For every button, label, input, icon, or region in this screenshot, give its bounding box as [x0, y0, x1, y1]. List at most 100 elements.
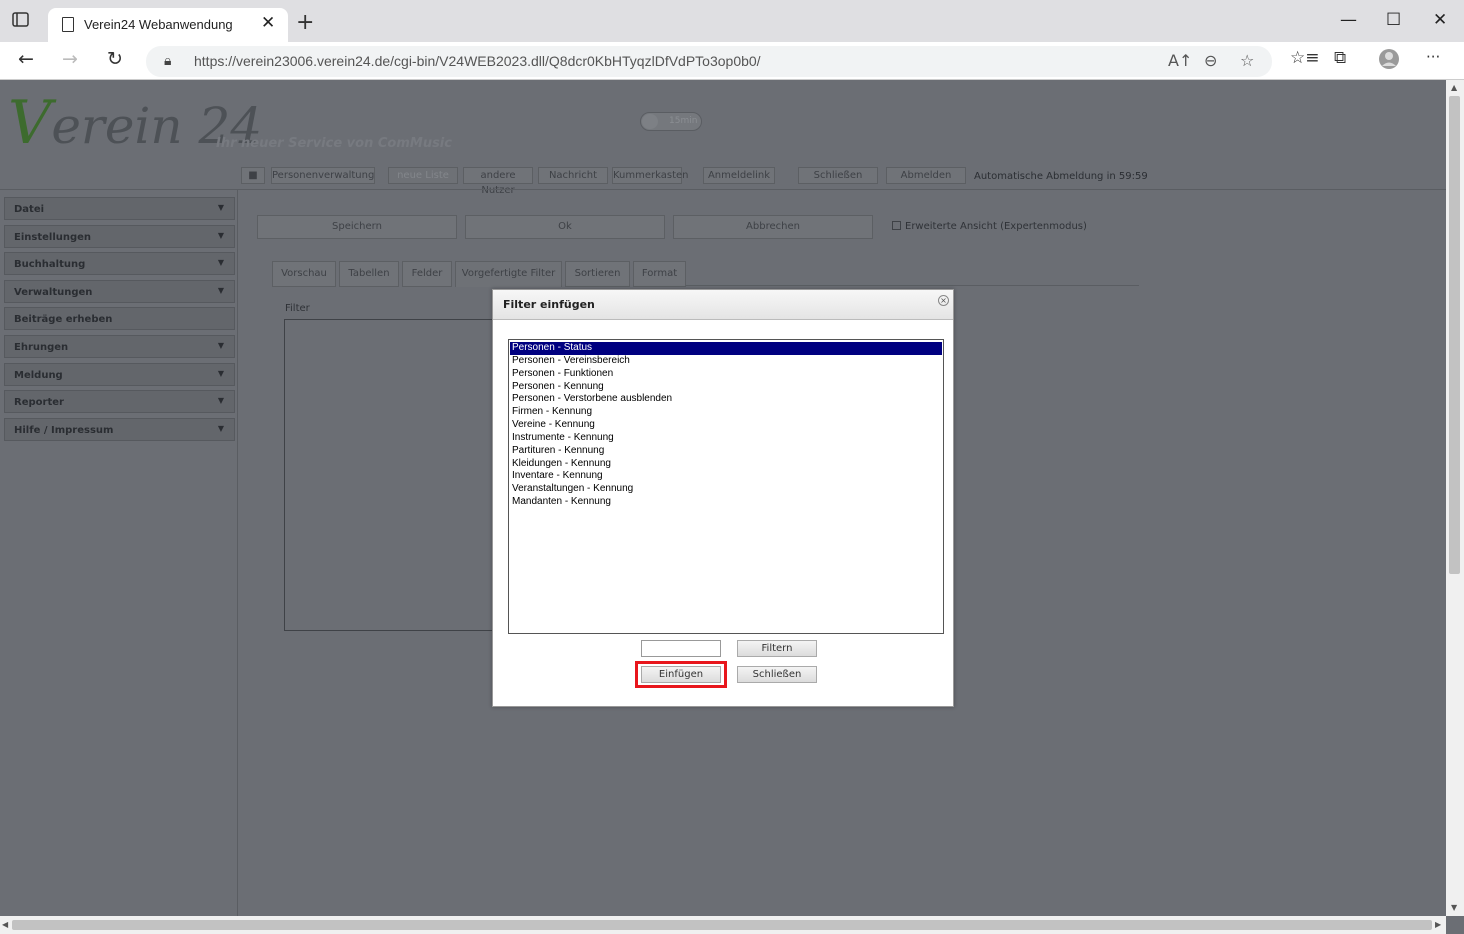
- personenverwaltung-button[interactable]: Personenverwaltung: [271, 167, 375, 184]
- sidebar-item-ehrungen[interactable]: Ehrungen ▼: [4, 335, 235, 358]
- tab-tabellen[interactable]: Tabellen: [339, 261, 399, 287]
- chevron-down-icon: ▼: [217, 258, 224, 267]
- ok-button[interactable]: Ok: [465, 215, 665, 239]
- chevron-down-icon: ▼: [217, 286, 224, 295]
- andere-nutzer-button[interactable]: andere Nutzer: [463, 167, 533, 196]
- sidebar-item-beitraege-erheben[interactable]: Beiträge erheben: [4, 307, 235, 330]
- list-item[interactable]: Veranstaltungen - Kennung: [510, 483, 942, 496]
- abbrechen-button[interactable]: Abbrechen: [673, 215, 873, 239]
- chevron-down-icon: ▼: [217, 231, 224, 240]
- sidebar: Datei ▼ Einstellungen ▼ Buchhaltung ▼ Verwa…: [0, 190, 238, 916]
- anmeldelink-button[interactable]: Anmeldelink erst: [703, 167, 775, 184]
- list-item[interactable]: Personen - Status: [510, 342, 942, 355]
- sidebar-item-hilfe-impressum[interactable]: Hilfe / Impressum ▼: [4, 418, 235, 441]
- list-item[interactable]: Personen - Verstorbene ausblenden: [510, 393, 942, 406]
- chevron-down-icon: ▼: [217, 396, 224, 405]
- timer-label: 15min: [669, 116, 698, 126]
- horizontal-scrollbar[interactable]: ◀ ▶: [0, 916, 1446, 934]
- list-item[interactable]: Personen - Vereinsbereich: [510, 355, 942, 368]
- filter-listbox[interactable]: Personen - Status Personen - Vereinsbere…: [508, 339, 944, 634]
- browser-tab[interactable]: Verein24 Webanwendung ✕: [48, 8, 288, 42]
- dialog-title: Filter einfügen: [503, 298, 595, 311]
- session-timer-toggle[interactable]: 15min: [640, 112, 702, 131]
- browser-nav-bar: ← → ↻ 🔒︎ https://verein23006.verein24.de…: [0, 42, 1464, 80]
- tab-sortieren[interactable]: Sortieren: [565, 261, 630, 287]
- chevron-down-icon: ▼: [217, 424, 224, 433]
- list-item[interactable]: Inventare - Kennung: [510, 470, 942, 483]
- filter-search-input[interactable]: [641, 640, 721, 657]
- list-item[interactable]: Instrumente - Kennung: [510, 432, 942, 445]
- tab-vorgefertigte-filter[interactable]: Vorgefertigte Filter: [455, 261, 562, 287]
- tab-close-icon[interactable]: ✕: [261, 13, 275, 33]
- reload-button[interactable]: ↻: [107, 48, 123, 70]
- chevron-down-icon: ▼: [217, 203, 224, 212]
- back-button[interactable]: ←: [18, 48, 34, 70]
- lock-icon: 🔒︎: [164, 53, 172, 69]
- menu-square-button[interactable]: ■: [241, 167, 265, 184]
- filter-textarea[interactable]: [284, 319, 494, 631]
- filter-label: Filter: [285, 303, 310, 314]
- checkbox[interactable]: [892, 221, 901, 230]
- dialog-close-icon[interactable]: ×: [938, 295, 949, 306]
- speichern-button[interactable]: Speichern: [257, 215, 457, 239]
- list-item[interactable]: Firmen - Kennung: [510, 406, 942, 419]
- scroll-left-icon[interactable]: ◀: [2, 920, 8, 929]
- browser-tab-bar: Verein24 Webanwendung ✕ + — ☐ ✕: [0, 0, 1464, 42]
- vertical-scroll-thumb[interactable]: [1449, 96, 1460, 574]
- scroll-up-icon[interactable]: ▲: [1451, 83, 1457, 92]
- tagline: Ihr neuer Service von ComMusic: [216, 136, 452, 151]
- url-text[interactable]: https://verein23006.verein24.de/cgi-bin/…: [194, 53, 761, 69]
- collections-icon[interactable]: ⧉: [1334, 48, 1346, 68]
- sidebar-item-einstellungen[interactable]: Einstellungen ▼: [4, 225, 235, 248]
- abmelden-button[interactable]: Abmelden: [886, 167, 966, 184]
- address-bar[interactable]: 🔒︎ https://verein23006.verein24.de/cgi-b…: [146, 46, 1272, 77]
- tab-vorschau[interactable]: Vorschau: [272, 261, 336, 287]
- neue-liste-button[interactable]: neue Liste: [388, 167, 458, 184]
- add-favorite-icon[interactable]: ☆: [1240, 51, 1254, 70]
- list-item[interactable]: Kleidungen - Kennung: [510, 458, 942, 471]
- list-item[interactable]: Mandanten - Kennung: [510, 496, 942, 509]
- filtern-button[interactable]: Filtern: [737, 640, 817, 657]
- tab-format[interactable]: Format: [633, 261, 686, 287]
- new-tab-button[interactable]: +: [296, 10, 314, 35]
- zoom-out-icon[interactable]: ⊖: [1204, 51, 1217, 70]
- sidebar-item-reporter[interactable]: Reporter ▼: [4, 390, 235, 413]
- dialog-header: Filter einfügen ×: [493, 290, 953, 320]
- filter-einfuegen-dialog: Filter einfügen × Personen - Status Pers…: [492, 289, 954, 707]
- schliessen-top-button[interactable]: Schließen: [798, 167, 878, 184]
- scroll-down-icon[interactable]: ▼: [1451, 903, 1457, 912]
- maximize-button[interactable]: ☐: [1386, 10, 1401, 30]
- list-item[interactable]: Personen - Funktionen: [510, 368, 942, 381]
- favorites-icon[interactable]: ☆≡: [1290, 48, 1319, 68]
- page-icon: [62, 17, 74, 32]
- nachricht-button[interactable]: Nachricht: [538, 167, 608, 184]
- list-item[interactable]: Personen - Kennung: [510, 381, 942, 394]
- auto-logout-text: Automatische Abmeldung in 59:59: [974, 171, 1148, 182]
- einfuegen-button[interactable]: Einfügen: [641, 666, 721, 683]
- tab-actions-icon[interactable]: [12, 12, 38, 36]
- sidebar-item-datei[interactable]: Datei ▼: [4, 197, 235, 220]
- window-close-button[interactable]: ✕: [1433, 10, 1447, 30]
- sidebar-item-buchhaltung[interactable]: Buchhaltung ▼: [4, 252, 235, 275]
- list-item[interactable]: Vereine - Kennung: [510, 419, 942, 432]
- vertical-scrollbar[interactable]: ▲ ▼: [1446, 80, 1464, 916]
- expert-mode-checkbox[interactable]: Erweiterte Ansicht (Expertenmodus): [892, 221, 1087, 232]
- kummerkasten-button[interactable]: Kummerkasten: [612, 167, 689, 184]
- sidebar-item-meldung[interactable]: Meldung ▼: [4, 363, 235, 386]
- read-aloud-icon[interactable]: A↑: [1168, 51, 1192, 70]
- horizontal-scroll-thumb[interactable]: [12, 920, 1432, 930]
- tab-title: Verein24 Webanwendung: [84, 17, 233, 32]
- minimize-button[interactable]: —: [1340, 10, 1357, 30]
- expert-mode-label: Erweiterte Ansicht (Expertenmodus): [905, 221, 1087, 232]
- forward-button[interactable]: →: [62, 48, 78, 70]
- tab-divider: [686, 285, 1139, 286]
- scroll-right-icon[interactable]: ▶: [1435, 920, 1441, 929]
- list-item[interactable]: Partituren - Kennung: [510, 445, 942, 458]
- more-menu-icon[interactable]: ···: [1426, 48, 1440, 66]
- tab-felder[interactable]: Felder: [402, 261, 452, 287]
- chevron-down-icon: ▼: [217, 341, 224, 350]
- profile-avatar[interactable]: [1378, 48, 1400, 75]
- toggle-knob: [642, 114, 658, 129]
- schliessen-dialog-button[interactable]: Schließen: [737, 666, 817, 683]
- sidebar-item-verwaltungen[interactable]: Verwaltungen ▼: [4, 280, 235, 303]
